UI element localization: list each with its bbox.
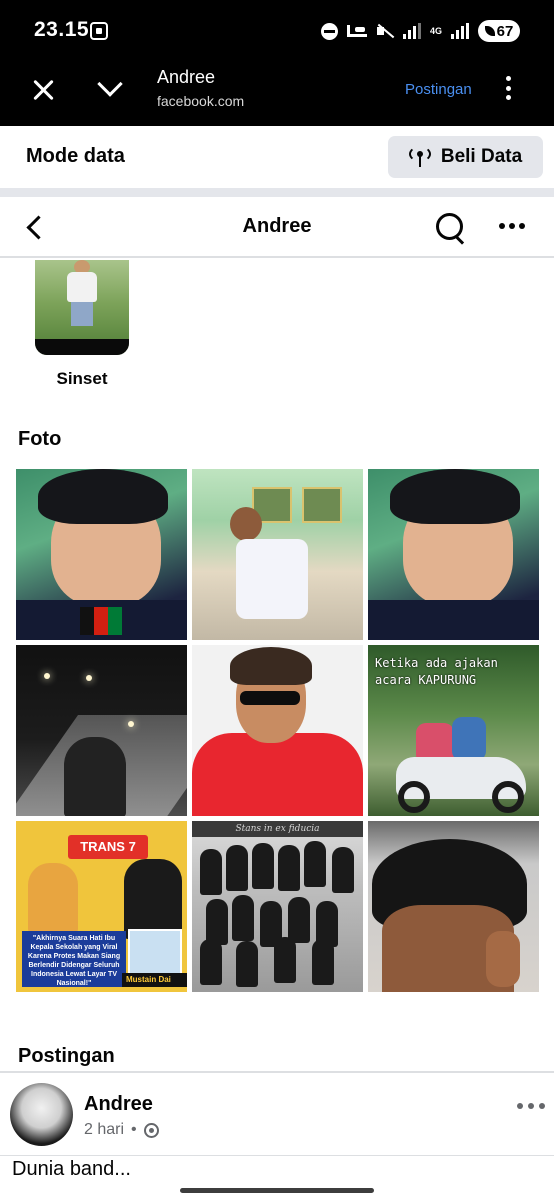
buy-data-button[interactable]: Beli Data — [388, 136, 543, 178]
dnd-icon — [320, 22, 338, 40]
browser-header: Andree facebook.com Postingan — [0, 62, 554, 126]
posts-section-title: Postingan — [18, 1045, 115, 1067]
battery-icon: 67 — [478, 20, 520, 42]
photo-4[interactable] — [16, 645, 187, 816]
search-icon[interactable] — [435, 212, 467, 244]
post-meta: 2 hari • — [84, 1121, 159, 1139]
gesture-bar[interactable] — [180, 1188, 374, 1193]
photo-8[interactable]: Stans in ex fiducia — [192, 821, 363, 992]
mute-icon — [376, 23, 394, 39]
data-mode-label: Mode data — [26, 145, 125, 167]
photos-section-title: Foto — [18, 428, 62, 450]
battery-level: 67 — [496, 22, 514, 40]
photo-9[interactable] — [368, 821, 539, 992]
photo-banner: Stans in ex fiducia — [192, 821, 363, 837]
photo-1[interactable] — [16, 469, 187, 640]
news-nameplate: Mustain Dai — [122, 973, 187, 987]
status-bar: 23.15 4G 67 — [0, 0, 554, 62]
screenshot-icon — [90, 22, 108, 40]
divider — [0, 188, 554, 197]
more-vertical-icon[interactable] — [503, 76, 513, 100]
photo-caption: Ketika ada ajakan acara KAPURUNG — [375, 656, 498, 687]
data-mode-bar: Mode data Beli Data — [0, 126, 554, 188]
tv-logo: TRANS 7 — [68, 835, 148, 859]
news-quote: "Akhirnya Suara Hati Ibu Kepala Sekolah … — [22, 931, 126, 987]
signal-icon-2 — [451, 23, 469, 39]
post-author[interactable]: Andree — [84, 1093, 153, 1116]
status-time: 23.15 — [34, 18, 90, 41]
profile-nav: Andree — [0, 197, 554, 258]
globe-icon — [143, 1122, 159, 1138]
highlight-thumbnail[interactable] — [35, 260, 129, 355]
photo-6[interactable]: Ketika ada ajakan acara KAPURUNG — [368, 645, 539, 816]
browser-url: facebook.com — [157, 93, 245, 109]
status-icons: 4G 67 — [320, 20, 520, 42]
browser-page-title: Andree — [157, 67, 216, 87]
photo-3[interactable] — [368, 469, 539, 640]
post-text[interactable]: Dunia band... — [12, 1158, 131, 1181]
more-horizontal-icon[interactable] — [499, 223, 525, 229]
post-more-icon[interactable] — [517, 1103, 545, 1109]
buy-data-label: Beli Data — [440, 146, 523, 167]
avatar[interactable] — [10, 1083, 73, 1146]
highlight-label[interactable]: Sinset — [35, 369, 129, 389]
divider — [0, 1155, 554, 1156]
sleep-icon — [346, 25, 367, 37]
photo-5[interactable] — [192, 645, 363, 816]
photo-2[interactable] — [192, 469, 363, 640]
post-time[interactable]: 2 hari — [84, 1121, 124, 1139]
network-type: 4G — [429, 25, 442, 36]
antenna-icon — [408, 146, 431, 168]
photo-grid: Ketika ada ajakan acara KAPURUNG TRANS 7… — [16, 469, 539, 992]
close-icon[interactable] — [30, 77, 56, 103]
post-header: Andree 2 hari • — [0, 1071, 554, 1156]
meta-separator: • — [131, 1121, 137, 1138]
page-title: Andree — [242, 215, 312, 237]
chevron-down-icon[interactable] — [96, 74, 122, 100]
signal-icon — [402, 23, 421, 39]
postingan-link[interactable]: Postingan — [405, 81, 472, 98]
flag-icon — [80, 607, 122, 635]
photo-7[interactable]: TRANS 7 "Akhirnya Suara Hati Ibu Kepala … — [16, 821, 187, 992]
leaf-icon — [484, 26, 495, 36]
